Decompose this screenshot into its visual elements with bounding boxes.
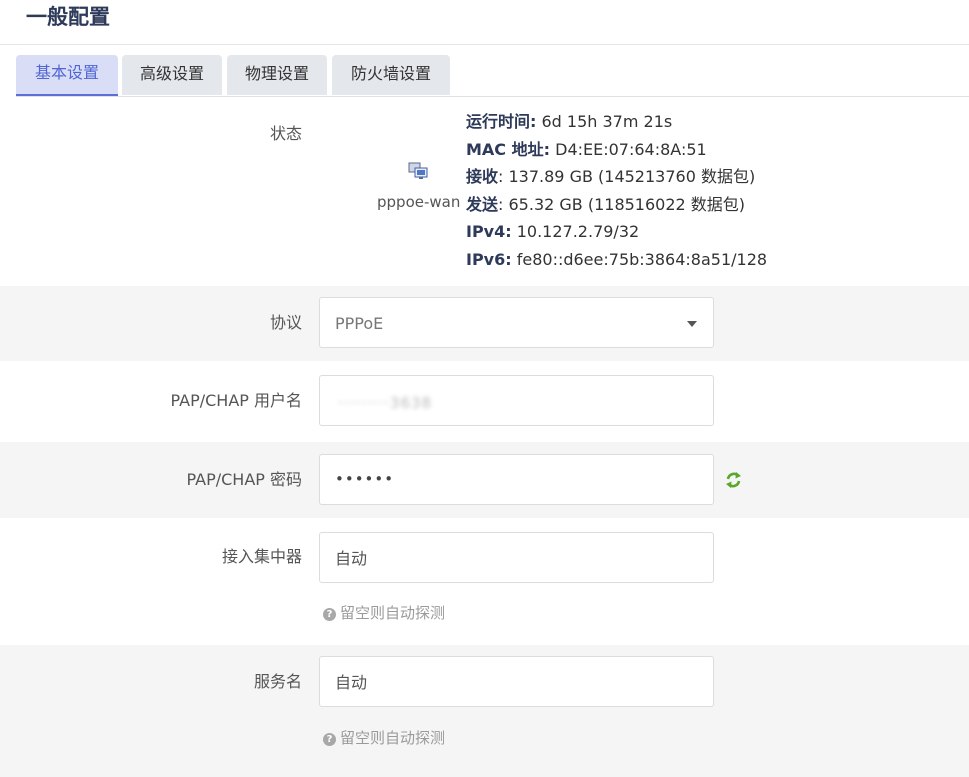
refresh-icon[interactable] [725,471,742,489]
service-name-label: 服务名 [253,672,302,691]
rx-line: 接收: 137.89 GB (145213760 数据包) [466,163,767,191]
username-label: PAP/CHAP 用户名 [170,391,303,410]
ipv4-value: 10.127.2.79/32 [511,222,640,242]
uptime-line: 运行时间: 6d 15h 37m 21s [466,108,767,136]
network-interface-icon [408,162,428,179]
protocol-value: PPPoE [335,314,384,333]
mac-key: MAC 地址: [466,139,551,159]
ipv6-line: IPv6: fe80::d6ee:75b:3864:8a51/128 [466,246,767,274]
service-name-hint: ? 留空则自动探测 [323,727,445,748]
status-label: 状态 [269,124,302,143]
access-concentrator-hint: ? 留空则自动探测 [323,602,445,623]
ipv4-key: IPv4: [466,222,512,242]
tab-advanced-settings[interactable]: 高级设置 [122,55,222,95]
tx-key: 发送 [466,194,499,214]
page-title: 一般配置 [26,5,110,29]
mac-value: D4:EE:07:64:8A:51 [550,139,707,159]
tx-value: : 65.32 GB (118516022 数据包) [498,194,746,214]
ipv6-key: IPv6: [466,249,512,269]
ipv4-line: IPv4: 10.127.2.79/32 [466,218,767,246]
mac-line: MAC 地址: D4:EE:07:64:8A:51 [466,136,767,164]
help-icon: ? [323,608,336,621]
username-value: ·········3638 [338,394,433,412]
access-concentrator-input[interactable]: 自动 [319,532,714,583]
ipv6-value: fe80::d6ee:75b:3864:8a51/128 [511,249,768,269]
rx-key: 接收 [466,167,499,187]
access-concentrator-placeholder: 自动 [335,549,368,568]
service-name-input[interactable]: 自动 [319,656,714,707]
uptime-value: 6d 15h 37m 21s [536,112,673,131]
tab-physical-settings[interactable]: 物理设置 [227,55,327,95]
access-concentrator-label: 接入集中器 [221,547,302,566]
protocol-select[interactable]: PPPoE [319,297,714,348]
protocol-label: 协议 [269,313,302,332]
protocol-row: 协议 PPPoE [0,286,969,361]
password-label: PAP/CHAP 密码 [186,470,303,489]
access-concentrator-row: 接入集中器 自动 ? 留空则自动探测 [0,518,969,645]
tab-firewall-settings[interactable]: 防火墙设置 [332,55,450,95]
service-name-hint-text: 留空则自动探测 [340,729,446,747]
access-concentrator-hint-text: 留空则自动探测 [340,604,446,622]
tab-basic-settings[interactable]: 基本设置 [16,55,118,97]
service-name-row: 服务名 自动 ? 留空则自动探测 [0,645,969,777]
title-divider [0,44,969,45]
help-icon: ? [323,733,336,746]
password-value: •••••• [335,470,395,488]
service-name-placeholder: 自动 [335,673,368,692]
tx-line: 发送: 65.32 GB (118516022 数据包) [466,191,767,219]
password-row: PAP/CHAP 密码 [0,442,969,518]
chevron-down-icon [687,321,697,327]
username-row: PAP/CHAP 用户名 [0,361,969,442]
status-details: 运行时间: 6d 15h 37m 21s MAC 地址: D4:EE:07:64… [466,108,767,274]
rx-value: : 137.89 GB (145213760 数据包) [498,167,756,187]
uptime-key: 运行时间: [466,112,537,131]
interface-name: pppoe-wan [377,193,461,211]
